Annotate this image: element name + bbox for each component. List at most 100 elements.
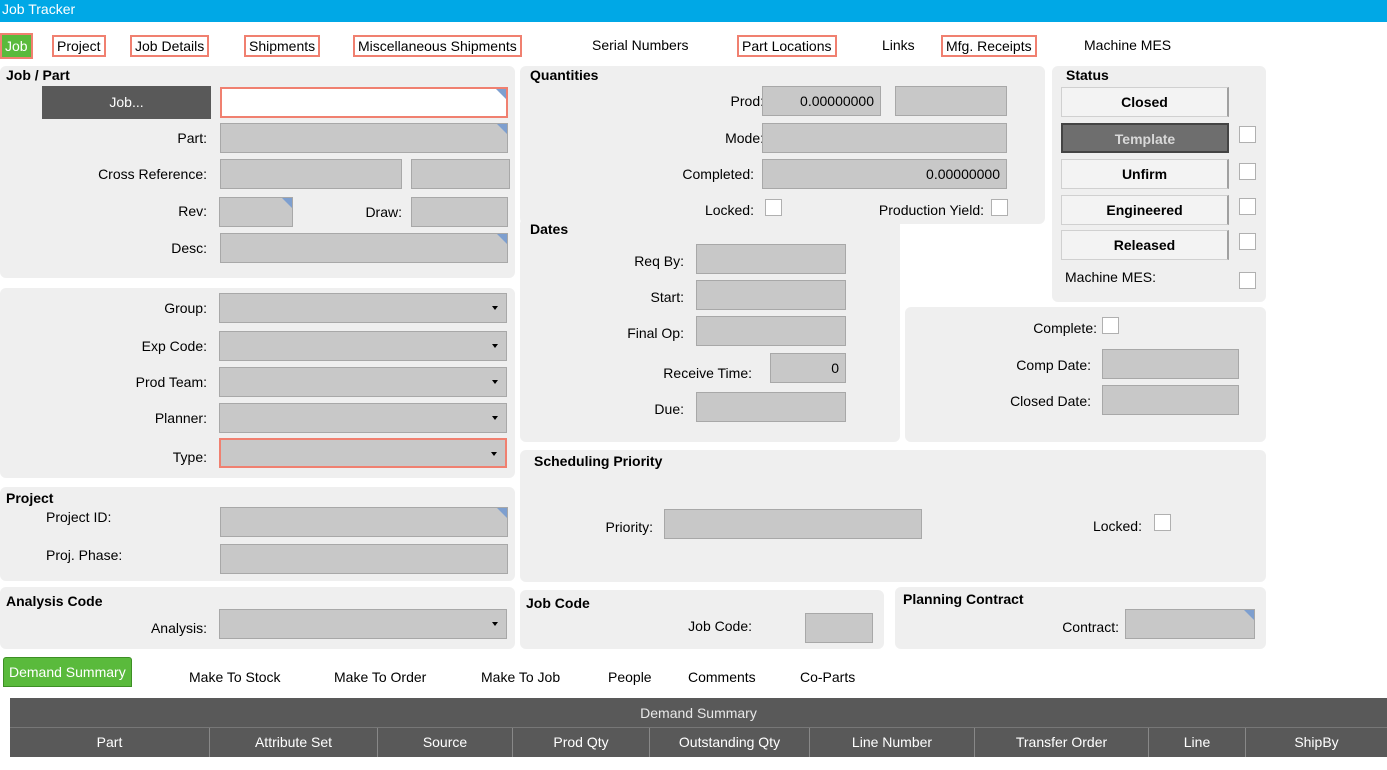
tab-mfg-receipts[interactable]: Mfg. Receipts (941, 35, 1037, 57)
template-checkbox[interactable] (1239, 126, 1256, 143)
released-button[interactable]: Released (1061, 230, 1229, 260)
tab-make-to-stock[interactable]: Make To Stock (189, 662, 281, 692)
analysis-combo[interactable] (219, 609, 507, 639)
tab-links[interactable]: Links (879, 35, 918, 57)
chevron-down-icon (492, 622, 498, 626)
project-id-field[interactable] (220, 507, 508, 537)
column-header-line-number[interactable]: Line Number (810, 728, 975, 757)
type-combo[interactable] (219, 438, 507, 468)
job-lookup-button[interactable]: Job... (42, 86, 211, 119)
project-panel: Project Project ID: Proj. Phase: (0, 487, 515, 581)
column-header-part[interactable]: Part (10, 728, 210, 757)
final-op-field[interactable] (696, 316, 846, 346)
rev-label: Rev: (178, 203, 207, 219)
locked-checkbox[interactable] (765, 199, 782, 216)
due-field[interactable] (696, 392, 846, 422)
prod-team-combo[interactable] (219, 367, 507, 397)
tab-co-parts[interactable]: Co-Parts (800, 662, 855, 692)
req-by-field[interactable] (696, 244, 846, 274)
priority-label: Priority: (605, 519, 653, 535)
completed-field[interactable]: 0.00000000 (762, 159, 1007, 189)
mode-field[interactable] (762, 123, 1007, 153)
completed-label: Completed: (682, 166, 754, 182)
draw-label: Draw: (365, 204, 402, 220)
exp-code-combo[interactable] (219, 331, 507, 361)
tab-comments[interactable]: Comments (688, 662, 756, 692)
prod-qty-field[interactable]: 0.00000000 (762, 86, 881, 116)
cross-reference-secondary-field[interactable] (411, 159, 510, 189)
cross-reference-field[interactable] (220, 159, 402, 189)
column-header-prod-qty[interactable]: Prod Qty (513, 728, 650, 757)
job-code-title: Job Code (526, 595, 590, 611)
dates-title: Dates (530, 221, 569, 237)
rev-field[interactable] (219, 197, 293, 227)
column-header-source[interactable]: Source (378, 728, 513, 757)
status-panel: Status Closed Template Unfirm Engineered… (1052, 66, 1266, 302)
tab-part-locations[interactable]: Part Locations (737, 35, 837, 57)
closed-date-label: Closed Date: (1010, 393, 1091, 409)
tab-shipments[interactable]: Shipments (244, 35, 321, 57)
comp-date-field[interactable] (1102, 349, 1239, 379)
released-checkbox[interactable] (1239, 233, 1256, 250)
prod-qty-uom-field[interactable] (895, 86, 1007, 116)
contract-field[interactable] (1125, 609, 1255, 639)
chevron-down-icon (491, 452, 497, 456)
tab-serial-numbers[interactable]: Serial Numbers (589, 35, 691, 57)
tab-demand-summary[interactable]: Demand Summary (3, 657, 132, 687)
final-op-label: Final Op: (627, 325, 684, 341)
group-combo[interactable] (219, 293, 507, 323)
unfirm-checkbox[interactable] (1239, 163, 1256, 180)
column-header-shipby[interactable]: ShipBy (1246, 728, 1387, 757)
column-header-line[interactable]: Line (1149, 728, 1246, 757)
locked-label: Locked: (704, 202, 754, 218)
prod-qty-label: Prod: (730, 93, 764, 109)
start-label: Start: (650, 289, 684, 305)
scheduling-locked-checkbox[interactable] (1154, 514, 1171, 531)
analysis-code-panel: Analysis Code Analysis: (0, 587, 515, 649)
status-title: Status (1066, 67, 1109, 83)
start-field[interactable] (696, 280, 846, 310)
template-button[interactable]: Template (1061, 123, 1229, 153)
job-number-input[interactable] (220, 87, 508, 118)
part-field[interactable] (220, 123, 508, 153)
job-part-panel: Job / Part Job... Part: Cross Reference:… (0, 66, 515, 278)
completion-panel: Complete: Comp Date: Closed Date: (905, 307, 1266, 442)
chevron-down-icon (492, 344, 498, 348)
closed-date-field[interactable] (1102, 385, 1239, 415)
job-code-field[interactable] (805, 613, 873, 643)
engineered-checkbox[interactable] (1239, 198, 1256, 215)
window-title: Job Tracker (0, 0, 1387, 22)
planner-combo[interactable] (219, 403, 507, 433)
proj-phase-label: Proj. Phase: (46, 547, 123, 563)
tab-make-to-job[interactable]: Make To Job (481, 662, 560, 692)
engineered-button[interactable]: Engineered (1061, 195, 1229, 225)
scheduling-locked-label: Locked: (1092, 518, 1142, 534)
tab-project[interactable]: Project (52, 35, 106, 57)
dates-panel: Dates Req By: Start: Final Op: Receive T… (520, 218, 900, 442)
tab-miscellaneous-shipments[interactable]: Miscellaneous Shipments (353, 35, 522, 57)
contract-label: Contract: (1062, 619, 1119, 635)
draw-field[interactable] (411, 197, 508, 227)
column-header-transfer-order[interactable]: Transfer Order (975, 728, 1149, 757)
job-tracker-window: Job Tracker Job Project Job Details Ship… (0, 0, 1387, 770)
tab-job[interactable]: Job (0, 33, 33, 59)
chevron-down-icon (492, 416, 498, 420)
analysis-label: Analysis: (150, 620, 207, 636)
priority-field[interactable] (664, 509, 922, 539)
tab-job-details[interactable]: Job Details (130, 35, 210, 57)
tab-people[interactable]: People (608, 662, 652, 692)
receive-time-field[interactable]: 0 (770, 353, 846, 383)
complete-checkbox[interactable] (1102, 317, 1119, 334)
closed-button[interactable]: Closed (1061, 87, 1229, 117)
column-header-attribute-set[interactable]: Attribute Set (210, 728, 378, 757)
unfirm-button[interactable]: Unfirm (1061, 159, 1229, 189)
production-yield-checkbox[interactable] (991, 199, 1008, 216)
tab-machine-mes[interactable]: Machine MES (1081, 35, 1174, 57)
machine-mes-checkbox[interactable] (1239, 272, 1256, 289)
proj-phase-field[interactable] (220, 544, 508, 574)
column-header-outstanding-qty[interactable]: Outstanding Qty (650, 728, 810, 757)
cross-reference-label: Cross Reference: (98, 166, 207, 182)
tab-make-to-order[interactable]: Make To Order (334, 662, 426, 692)
desc-field[interactable] (220, 233, 508, 263)
machine-mes-label: Machine MES: (1065, 269, 1157, 285)
